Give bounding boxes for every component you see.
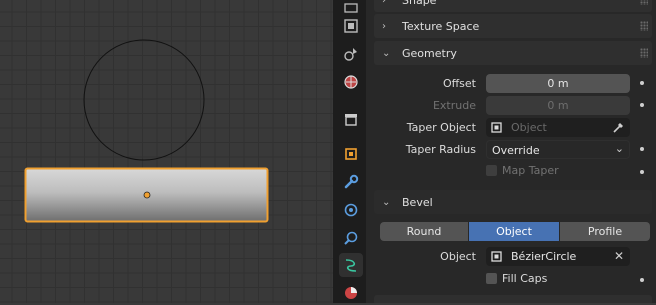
keyframe-dot-icon[interactable] <box>640 81 644 85</box>
section-bevel[interactable]: ⌄ Bevel <box>374 190 652 214</box>
image-icon <box>344 19 358 33</box>
tab-particles[interactable] <box>339 198 363 222</box>
map-taper-label: Map Taper <box>502 164 559 177</box>
tab-scene-properties[interactable] <box>339 42 363 66</box>
keyframe-dot-icon[interactable] <box>640 278 644 282</box>
bezier-circle-curve <box>83 39 205 161</box>
map-taper-checkbox[interactable] <box>486 165 497 176</box>
fill-caps-row: Fill Caps <box>366 271 656 291</box>
taper-object-label: Taper Object <box>406 121 476 134</box>
curve-data-icon <box>345 259 357 272</box>
properties-tabs <box>336 0 366 303</box>
extrude-label: Extrude <box>432 99 476 112</box>
keyframe-dot-icon[interactable] <box>640 170 644 174</box>
next-section-header[interactable] <box>374 295 652 303</box>
fill-caps-label: Fill Caps <box>502 272 548 285</box>
view-layer-icon <box>344 3 358 13</box>
tab-object[interactable] <box>339 142 363 166</box>
collection-icon <box>345 114 357 126</box>
chevron-down-icon: ⌄ <box>382 196 391 208</box>
bevel-object-row: Object BézierCircle ✕ <box>366 247 656 267</box>
bevel-object-value: BézierCircle <box>511 250 577 263</box>
offset-label: Offset <box>442 77 476 90</box>
object-data-icon <box>491 122 502 133</box>
wrench-icon <box>344 174 359 189</box>
viewport-scene <box>24 39 269 223</box>
chevron-down-icon: ⌄ <box>382 47 391 59</box>
section-shape[interactable]: › Shape <box>374 0 652 12</box>
bevel-mode-round[interactable]: Round <box>380 222 468 241</box>
tab-modifiers[interactable] <box>339 170 363 194</box>
taper-radius-label: Taper Radius <box>405 143 476 156</box>
bevel-object-field[interactable]: BézierCircle ✕ <box>486 247 630 266</box>
bevel-mode-object[interactable]: Object <box>469 222 559 241</box>
fill-caps-checkbox[interactable] <box>486 273 497 284</box>
offset-row: Offset 0 m <box>366 74 656 94</box>
object-data-icon <box>491 251 502 262</box>
bevel-object-label: Object <box>440 250 476 263</box>
taper-object-placeholder: Object <box>511 121 547 134</box>
object-icon <box>345 148 357 160</box>
tab-material[interactable] <box>339 281 363 305</box>
drag-handle-icon[interactable] <box>640 48 648 58</box>
tab-curve-data[interactable] <box>339 253 363 277</box>
drag-handle-icon[interactable] <box>640 0 648 5</box>
bevel-mode-profile[interactable]: Profile <box>560 222 650 241</box>
keyframe-dot-icon[interactable] <box>640 147 644 151</box>
taper-object-row: Taper Object Object <box>366 118 656 138</box>
chevron-right-icon: › <box>382 20 386 32</box>
world-icon <box>344 75 358 89</box>
eyedropper-icon[interactable] <box>612 121 625 134</box>
3d-viewport[interactable] <box>0 0 333 303</box>
properties-panel: › Shape › Texture Space ⌄ Geometry Offse… <box>366 0 656 303</box>
particles-icon <box>344 203 358 217</box>
scene-icon <box>344 48 357 61</box>
taper-radius-value: Override <box>492 144 540 157</box>
taper-object-field[interactable]: Object <box>486 118 630 137</box>
tab-world[interactable] <box>339 70 363 94</box>
extrude-field[interactable]: 0 m <box>486 96 630 115</box>
map-taper-row: Map Taper <box>366 163 656 183</box>
tab-collection[interactable] <box>339 107 363 131</box>
extrude-row: Extrude 0 m <box>366 96 656 116</box>
clear-icon[interactable]: ✕ <box>614 247 624 266</box>
object-origin <box>143 191 151 199</box>
keyframe-dot-icon[interactable] <box>640 103 644 107</box>
section-geometry[interactable]: ⌄ Geometry <box>374 41 652 65</box>
tab-physics[interactable] <box>339 226 363 250</box>
offset-field[interactable]: 0 m <box>486 74 630 93</box>
drag-handle-icon[interactable] <box>640 21 648 31</box>
physics-icon <box>344 231 358 245</box>
material-icon <box>345 287 357 299</box>
chevron-down-icon: ⌄ <box>614 142 624 155</box>
taper-radius-row: Taper Radius Override ⌄ <box>366 140 656 160</box>
tab-scene[interactable] <box>339 14 363 38</box>
taper-radius-dropdown[interactable]: Override ⌄ <box>486 140 630 159</box>
chevron-right-icon: › <box>382 0 386 6</box>
section-texture-space[interactable]: › Texture Space <box>374 14 652 38</box>
